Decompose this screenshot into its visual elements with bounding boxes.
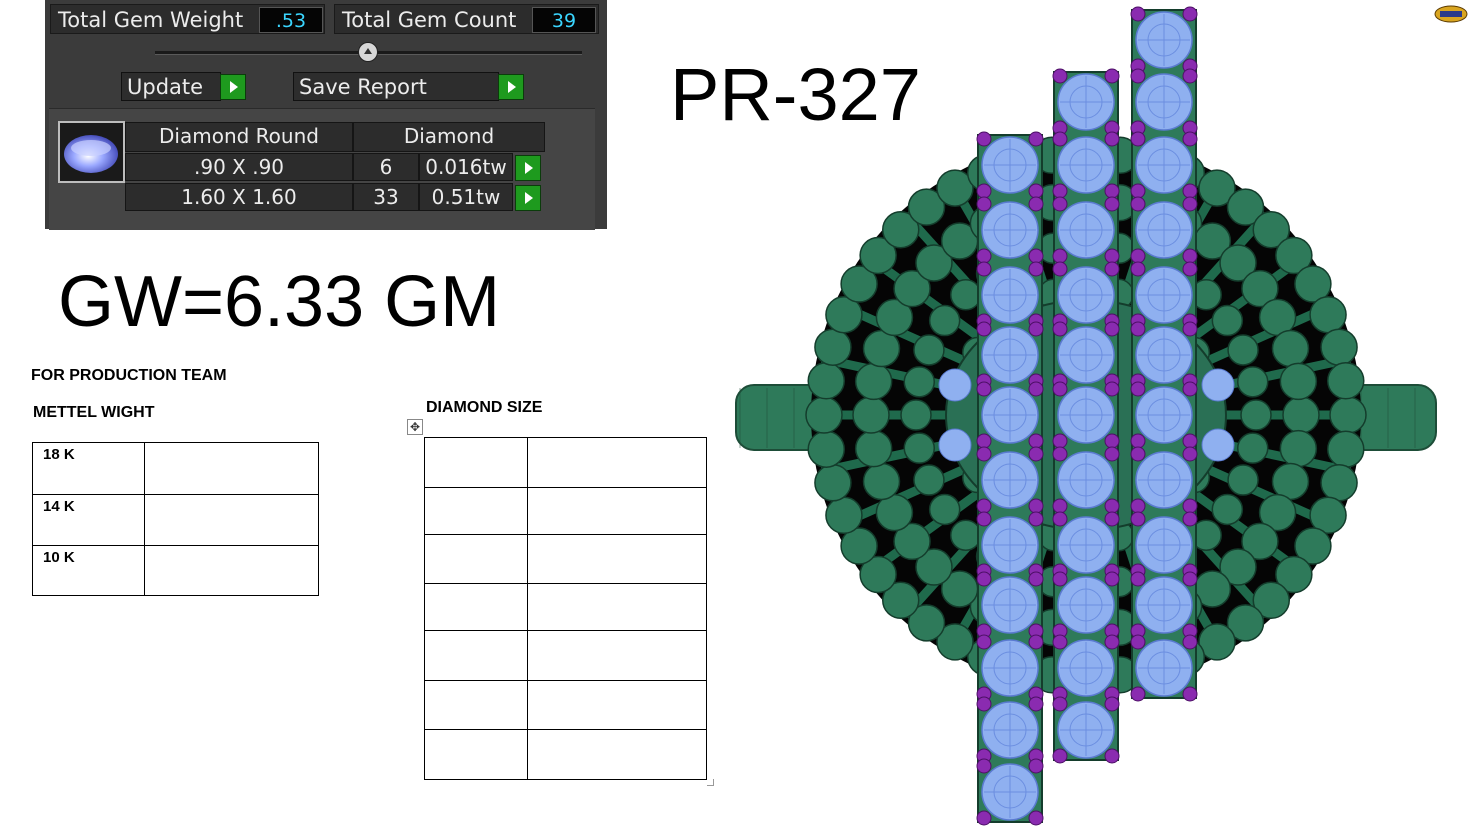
row-1-size: .90 X .90	[125, 153, 353, 181]
table-cell[interactable]	[424, 729, 528, 780]
save-report-button[interactable]: Save Report	[293, 72, 499, 101]
karat-label: 18 K	[32, 442, 145, 495]
header-material: Diamond	[353, 122, 545, 152]
row-1-weight: 0.016tw	[419, 153, 513, 181]
row-1-count: 6	[353, 153, 419, 181]
table-cell[interactable]	[424, 437, 528, 488]
round-gem-icon	[64, 135, 118, 173]
table-cell[interactable]	[527, 534, 707, 584]
weight-cell[interactable]	[144, 494, 319, 546]
row-2-play-icon[interactable]	[515, 185, 541, 211]
metal-weight-title: METTEL WIGHT	[33, 404, 155, 421]
table-row: 14 K	[32, 494, 319, 546]
total-gem-count-value: 39	[532, 7, 596, 33]
gem-thumbnail	[58, 121, 125, 183]
table-cell[interactable]	[527, 729, 707, 780]
table-row: 10 K	[32, 545, 319, 596]
table-cell[interactable]	[527, 583, 707, 631]
table-cell[interactable]	[527, 437, 707, 488]
table-cell[interactable]	[527, 630, 707, 681]
table-cell[interactable]	[527, 680, 707, 730]
weight-cell[interactable]	[144, 442, 319, 495]
table-row	[424, 534, 707, 584]
diamond-size-table	[424, 437, 707, 780]
karat-label: 10 K	[32, 545, 145, 596]
row-2-weight: 0.51tw	[419, 183, 513, 211]
table-row	[424, 487, 707, 535]
brand-logo-icon	[1434, 5, 1468, 23]
production-title: FOR PRODUCTION TEAM	[31, 367, 227, 384]
slider-thumb[interactable]	[358, 42, 378, 62]
update-button[interactable]: Update	[121, 72, 221, 101]
row-2-size: 1.60 X 1.60	[125, 183, 353, 211]
table-row	[424, 437, 707, 488]
header-shape: Diamond Round	[125, 122, 353, 152]
table-row	[424, 680, 707, 730]
table-cell[interactable]	[424, 534, 528, 584]
save-report-play-icon[interactable]	[498, 74, 524, 100]
gross-weight-text: GW=6.33 GM	[58, 262, 501, 342]
total-gem-weight-value: .53	[259, 7, 323, 33]
ring-render-image	[735, 6, 1437, 826]
gem-report-panel: Total Gem Weight .53 Total Gem Count 39 …	[45, 0, 607, 230]
metal-weight-table: 18 K 14 K 10 K	[32, 442, 319, 596]
table-row: 18 K	[32, 442, 319, 495]
table-corner-mark	[707, 779, 714, 786]
row-1-play-icon[interactable]	[515, 155, 541, 181]
karat-label: 14 K	[32, 494, 145, 546]
table-row	[424, 729, 707, 780]
table-row	[424, 583, 707, 631]
table-cell[interactable]	[527, 487, 707, 535]
row-2-count: 33	[353, 183, 419, 211]
update-play-icon[interactable]	[220, 74, 246, 100]
table-cell[interactable]	[424, 583, 528, 631]
diamond-size-title: DIAMOND SIZE	[426, 399, 543, 416]
table-cell[interactable]	[424, 680, 528, 730]
table-cell[interactable]	[424, 630, 528, 681]
table-cell[interactable]	[424, 487, 528, 535]
table-move-handle-icon[interactable]: ✥	[407, 419, 423, 435]
weight-cell[interactable]	[144, 545, 319, 596]
table-row	[424, 630, 707, 681]
